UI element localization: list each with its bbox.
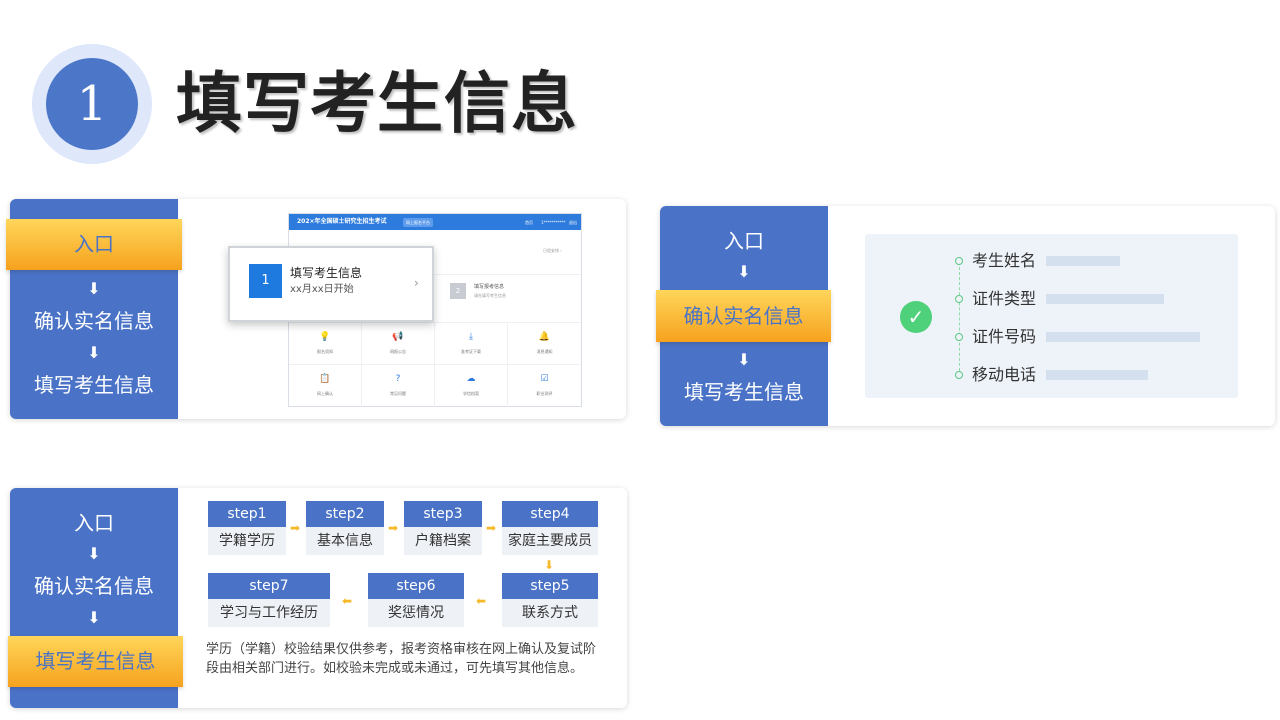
arrow-down-icon: ⬇ — [544, 558, 555, 572]
step-label: 奖惩情况 — [368, 599, 464, 627]
portal-grid-item[interactable]: ⤓ 准考证下载 — [435, 323, 508, 365]
flow-step-fill-highlight: 填写考生信息 — [8, 636, 183, 687]
step-card: step6 奖惩情况 — [368, 573, 464, 627]
field-placeholder-name — [1046, 256, 1120, 266]
arrow-left-icon: ⬅ — [342, 594, 353, 608]
grid-item-label: 职业测评 — [536, 391, 553, 396]
step-number: step3 — [404, 501, 482, 527]
bulb-icon: 💡 — [319, 332, 331, 342]
question-icon: ? — [395, 374, 401, 384]
step-label: 户籍档案 — [404, 527, 482, 555]
step-card: step7 学习与工作经历 — [208, 573, 330, 627]
step-number: step5 — [502, 573, 598, 599]
grid-item-label: 消息通知 — [536, 349, 553, 354]
field-label-name: 考生姓名 — [972, 251, 1037, 270]
portal-platform-button[interactable]: 网上报名平台 — [403, 218, 433, 227]
grid-item-label: 网报公告 — [390, 349, 406, 354]
step-label: 基本信息 — [306, 527, 384, 555]
step-card: step2 基本信息 — [306, 501, 384, 555]
timeline-dot — [955, 295, 963, 303]
portal-grid-item[interactable]: ☑ 职业测评 — [508, 365, 581, 407]
field-placeholder-id-type — [1046, 294, 1164, 304]
flow-step-confirm: 确认实名信息 — [34, 309, 154, 333]
grid-item-label: 网上确认 — [317, 391, 333, 396]
megaphone-icon: 📢 — [392, 332, 404, 342]
portal-step2-title[interactable]: 填写报考信息 — [474, 283, 504, 291]
down-arrow-icon: ⬇ — [737, 262, 751, 281]
bell-icon: 🔔 — [538, 332, 551, 342]
flow-step-fill: 填写考生信息 — [34, 373, 154, 397]
arrow-right-icon: ➡ — [290, 521, 301, 535]
portal-grid-item[interactable]: 💡 报名须知 — [289, 323, 362, 365]
portal-grid-item[interactable]: 📢 网报公告 — [362, 323, 435, 365]
cloud-icon: ☁ — [466, 374, 476, 384]
field-label-id-number: 证件号码 — [972, 327, 1037, 346]
flow-step-fill: 填写考生信息 — [684, 380, 804, 404]
step-label: 家庭主要成员 — [502, 527, 598, 555]
page-title: 填写考生信息 — [176, 65, 578, 142]
verification-note: 学历（学籍）校验结果仅供参考，报考资格审核在网上确认及复试阶段由相关部门进行。如… — [206, 642, 597, 676]
grid-item-label: 常见问题 — [390, 391, 406, 396]
down-arrow-icon: ⬇ — [737, 350, 751, 369]
portal-topbar: 202×年全国硕士研究生招生考试 网上报名平台 首页 1*********** … — [289, 214, 581, 230]
portal-step2-index: 2 — [450, 283, 466, 299]
step-label: 学籍学历 — [208, 527, 286, 555]
step-label: 联系方式 — [502, 599, 598, 627]
step-card: step5 联系方式 — [502, 573, 598, 627]
grid-item-label: 报名须知 — [317, 349, 333, 354]
portal-logout-link[interactable]: 退出 — [569, 218, 577, 227]
arrow-left-icon: ⬅ — [476, 594, 487, 608]
timeline-dot — [955, 257, 963, 265]
portal-schedule-link[interactable]: 日程安排 › — [543, 248, 562, 254]
flow-step-entry: 入口 — [724, 229, 764, 253]
step-number: step6 — [368, 573, 464, 599]
step-number: step2 — [306, 501, 384, 527]
step-number: step1 — [208, 501, 286, 527]
portal-grid-item[interactable]: 📋 网上确认 — [289, 365, 362, 407]
timeline-dot — [955, 333, 963, 341]
flow-step-confirm: 确认实名信息 — [34, 574, 154, 598]
step-number: step7 — [208, 573, 330, 599]
step-label: 学习与工作经历 — [208, 599, 330, 627]
timeline-dot — [955, 371, 963, 379]
step-card: step4 家庭主要成员 — [502, 501, 598, 555]
fill-info-date: xx月xx日开始 — [290, 284, 354, 295]
portal-home-link[interactable]: 首页 — [525, 218, 533, 227]
down-arrow-icon: ⬇ — [87, 544, 101, 563]
portal-grid-item[interactable]: ? 常见问题 — [362, 365, 435, 407]
flow-step-entry-highlight: 入口 — [6, 219, 182, 270]
flow-step-entry: 入口 — [74, 511, 114, 535]
arrow-right-icon: ➡ — [486, 521, 497, 535]
portal-grid-item[interactable]: 🔔 消息通知 — [508, 323, 581, 365]
step-card: step3 户籍档案 — [404, 501, 482, 555]
field-label-id-type: 证件类型 — [972, 289, 1037, 308]
portal-title: 202×年全国硕士研究生招生考试 — [297, 218, 387, 225]
step-number: step4 — [502, 501, 598, 527]
grid-item-label: 准考证下载 — [461, 349, 481, 354]
grid-item-label: 学信档案 — [463, 391, 479, 396]
flow-step-confirm-highlight: 确认实名信息 — [656, 290, 831, 342]
fill-info-title: 填写考生信息 — [290, 266, 363, 280]
step-number-badge: 1 — [46, 58, 138, 150]
download-icon: ⤓ — [469, 332, 473, 342]
checklist-icon: ☑ — [540, 374, 549, 384]
clipboard-icon: 📋 — [319, 374, 331, 384]
portal-grid-item[interactable]: ☁ 学信档案 — [435, 365, 508, 407]
arrow-right-icon: ➡ — [388, 521, 399, 535]
fill-info-index: 1 — [249, 264, 282, 298]
timeline-line — [959, 262, 960, 376]
field-label-phone: 移动电话 — [972, 365, 1037, 384]
portal-user-link[interactable]: 1*********** — [541, 218, 566, 227]
step-card: step1 学籍学历 — [208, 501, 286, 555]
check-circle-icon: ✓ — [900, 301, 932, 333]
down-arrow-icon: ⬇ — [87, 343, 101, 362]
down-arrow-icon: ⬇ — [87, 608, 101, 627]
portal-step2-subtitle: 请先填写考生信息 — [474, 293, 506, 298]
portal-grid: 💡 报名须知 📢 网报公告 ⤓ 准考证下载 🔔 消息通知 📋 网上确认 ? 常见… — [289, 322, 581, 407]
field-placeholder-id-number — [1046, 332, 1200, 342]
down-arrow-icon: ⬇ — [87, 279, 101, 298]
field-placeholder-phone — [1046, 370, 1148, 380]
chevron-right-icon: › — [414, 276, 419, 290]
